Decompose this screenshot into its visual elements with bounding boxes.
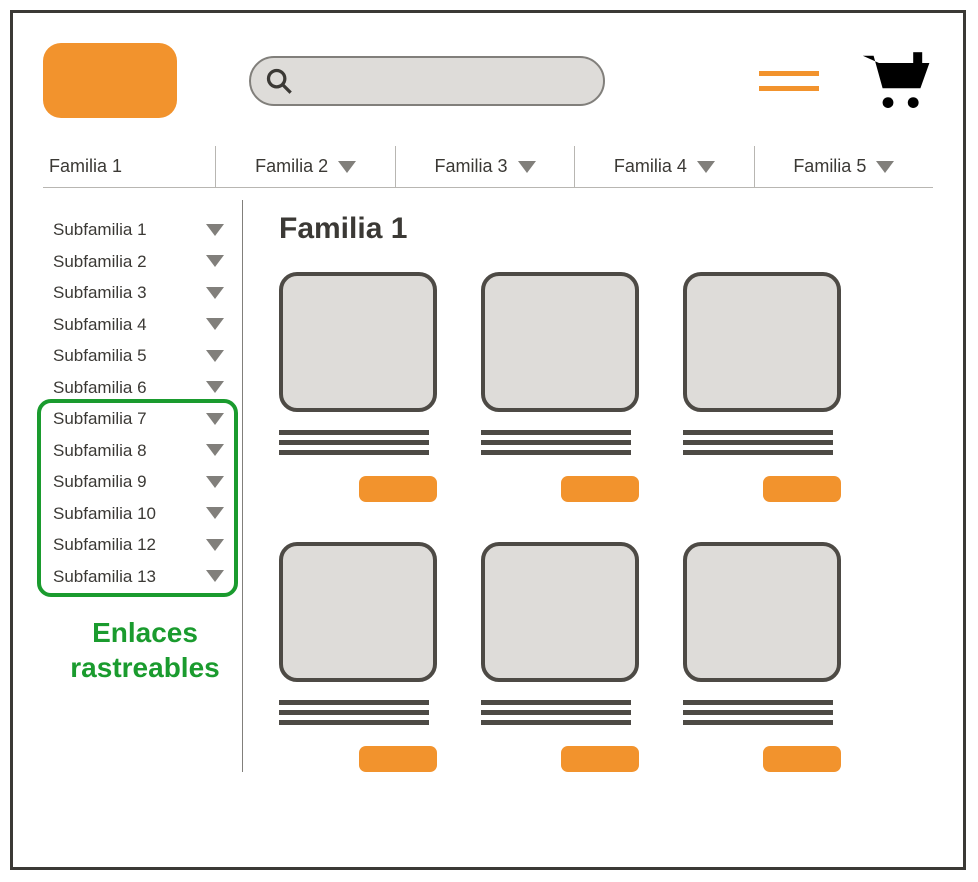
- product-text-placeholder: [683, 700, 841, 730]
- sidebar-item-8[interactable]: Subfamilia 8: [43, 435, 242, 467]
- chevron-down-icon: [338, 161, 356, 173]
- product-cta-button[interactable]: [763, 746, 841, 772]
- nav-item-label: Familia 5: [793, 156, 866, 177]
- product-image-placeholder: [279, 272, 437, 412]
- chevron-down-icon: [206, 350, 224, 362]
- cart-icon[interactable]: [861, 50, 933, 112]
- chevron-down-icon: [206, 413, 224, 425]
- sidebar-item-label: Subfamilia 12: [53, 532, 156, 558]
- nav-item-3[interactable]: Familia 3: [395, 146, 574, 187]
- sidebar-item-10[interactable]: Subfamilia 10: [43, 498, 242, 530]
- chevron-down-icon: [518, 161, 536, 173]
- sidebar-item-3[interactable]: Subfamilia 3: [43, 277, 242, 309]
- product-card[interactable]: [279, 272, 437, 502]
- sidebar-item-12[interactable]: Subfamilia 13: [43, 561, 242, 593]
- chevron-down-icon: [206, 570, 224, 582]
- chevron-down-icon: [206, 507, 224, 519]
- product-image-placeholder: [683, 542, 841, 682]
- chevron-down-icon: [206, 444, 224, 456]
- product-card[interactable]: [683, 542, 841, 772]
- sidebar-item-label: Subfamilia 1: [53, 217, 147, 243]
- search-icon: [265, 67, 293, 95]
- nav-item-5[interactable]: Familia 5: [754, 146, 933, 187]
- product-cta-button[interactable]: [763, 476, 841, 502]
- product-image-placeholder: [481, 272, 639, 412]
- product-image-placeholder: [481, 542, 639, 682]
- product-card[interactable]: [481, 272, 639, 502]
- sidebar-item-label: Subfamilia 13: [53, 564, 156, 590]
- sidebar-item-label: Subfamilia 9: [53, 469, 147, 495]
- product-card[interactable]: [279, 542, 437, 772]
- chevron-down-icon: [206, 287, 224, 299]
- sidebar-item-label: Subfamilia 5: [53, 343, 147, 369]
- chevron-down-icon: [206, 539, 224, 551]
- nav-item-2[interactable]: Familia 2: [215, 146, 394, 187]
- menu-icon[interactable]: [759, 71, 819, 91]
- product-card[interactable]: [683, 272, 841, 502]
- chevron-down-icon: [206, 476, 224, 488]
- sidebar-item-6[interactable]: Subfamilia 6: [43, 372, 242, 404]
- wireframe-frame: Familia 1 Familia 2 Familia 3 Familia 4 Fami…: [10, 10, 966, 870]
- sidebar-item-9[interactable]: Subfamilia 9: [43, 466, 242, 498]
- logo-placeholder[interactable]: [43, 43, 177, 118]
- header-right: [759, 50, 933, 112]
- product-image-placeholder: [279, 542, 437, 682]
- chevron-down-icon: [206, 224, 224, 236]
- product-text-placeholder: [279, 700, 437, 730]
- search-container: [249, 56, 605, 106]
- sidebar-item-11[interactable]: Subfamilia 12: [43, 529, 242, 561]
- main-content: Familia 1: [243, 200, 933, 772]
- sidebar-item-7[interactable]: Subfamilia 7: [43, 403, 242, 435]
- product-card[interactable]: [481, 542, 639, 772]
- header: [43, 43, 933, 118]
- product-cta-button[interactable]: [561, 476, 639, 502]
- product-cta-button[interactable]: [359, 476, 437, 502]
- sidebar-item-label: Subfamilia 10: [53, 501, 156, 527]
- sidebar-item-label: Subfamilia 2: [53, 249, 147, 275]
- sidebar-item-label: Subfamilia 4: [53, 312, 147, 338]
- product-text-placeholder: [279, 430, 437, 460]
- product-text-placeholder: [683, 430, 841, 460]
- nav-item-label: Familia 1: [49, 156, 122, 177]
- sidebar-item-4[interactable]: Subfamilia 4: [43, 309, 242, 341]
- search-input[interactable]: [249, 56, 605, 106]
- product-text-placeholder: [481, 700, 639, 730]
- product-cta-button[interactable]: [359, 746, 437, 772]
- chevron-down-icon: [876, 161, 894, 173]
- body: Subfamilia 1 Subfamilia 2 Subfamilia 3 Subf…: [43, 200, 933, 772]
- chevron-down-icon: [697, 161, 715, 173]
- sidebar-item-label: Subfamilia 8: [53, 438, 147, 464]
- sidebar-item-label: Subfamilia 3: [53, 280, 147, 306]
- nav-item-label: Familia 3: [435, 156, 508, 177]
- annotation-label: Enlaces rastreables: [35, 615, 255, 685]
- product-grid: [279, 272, 933, 772]
- sidebar: Subfamilia 1 Subfamilia 2 Subfamilia 3 Subf…: [43, 200, 243, 772]
- product-text-placeholder: [481, 430, 639, 460]
- sidebar-item-label: Subfamilia 6: [53, 375, 147, 401]
- product-image-placeholder: [683, 272, 841, 412]
- product-cta-button[interactable]: [561, 746, 639, 772]
- sidebar-item-5[interactable]: Subfamilia 5: [43, 340, 242, 372]
- top-nav: Familia 1 Familia 2 Familia 3 Familia 4 Fami…: [43, 146, 933, 188]
- nav-item-label: Familia 4: [614, 156, 687, 177]
- page-title: Familia 1: [279, 212, 933, 246]
- sidebar-item-1[interactable]: Subfamilia 1: [43, 214, 242, 246]
- chevron-down-icon: [206, 381, 224, 393]
- chevron-down-icon: [206, 255, 224, 267]
- sidebar-item-label: Subfamilia 7: [53, 406, 147, 432]
- chevron-down-icon: [206, 318, 224, 330]
- nav-item-label: Familia 2: [255, 156, 328, 177]
- nav-item-1[interactable]: Familia 1: [43, 146, 215, 187]
- sidebar-item-2[interactable]: Subfamilia 2: [43, 246, 242, 278]
- nav-item-4[interactable]: Familia 4: [574, 146, 753, 187]
